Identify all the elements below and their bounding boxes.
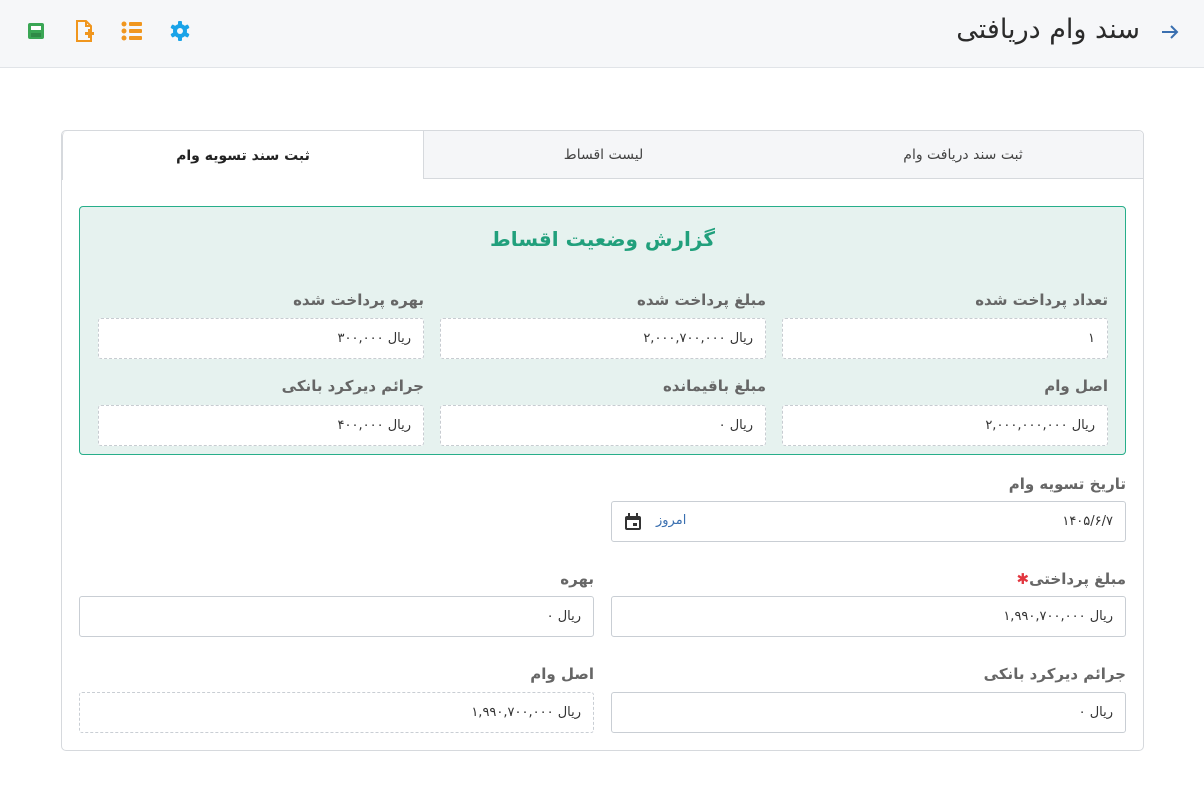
remaining-label: مبلغ باقیمانده [662,377,766,395]
interest-label: بهره [560,570,594,588]
page-title: سند وام دریافتی [956,14,1140,45]
arrow-right-icon[interactable] [1158,20,1182,44]
today-link[interactable]: امروز [656,513,686,528]
list-icon[interactable] [119,18,145,44]
paid-amount-value: ریال ۲,۰۰۰,۷۰۰,۰۰۰ [440,318,766,359]
principal-value: ریال ۲,۰۰۰,۰۰۰,۰۰۰ [782,405,1108,446]
tab-settlement[interactable]: ثبت سند تسویه وام [62,131,423,180]
principal-input-label: اصل وام [530,665,594,683]
penalty-input-label: جرائم دیرکرد بانکی [983,665,1126,683]
payment-input[interactable]: ریال ۱,۹۹۰,۷۰۰,۰۰۰ [611,596,1126,637]
loan-card: ثبت سند دریافت وام لیست اقساط ثبت سند تس… [61,130,1144,751]
tab-bar: ثبت سند دریافت وام لیست اقساط ثبت سند تس… [62,131,1143,180]
penalty-label: جرائم دیرکرد بانکی [281,377,424,395]
paid-count-value: ۱ [782,318,1108,359]
penalty-input[interactable]: ریال ۰ [611,692,1126,733]
penalty-value: ریال ۴۰۰,۰۰۰ [98,405,424,446]
settle-date-label: تاریخ تسویه وام [1008,475,1126,493]
calendar-icon[interactable] [622,511,644,533]
settings-icon[interactable] [167,18,193,44]
principal-label: اصل وام [1044,377,1108,395]
paid-amount-label: مبلغ پرداخت شده [637,291,766,309]
settle-date-value: ۱۴۰۵/۶/۷ [1062,514,1113,529]
principal-input: ریال ۱,۹۹۰,۷۰۰,۰۰۰ [79,692,594,733]
paid-count-label: تعداد پرداخت شده [975,291,1108,309]
payment-label: مبلغ پرداختی✱ [1013,570,1127,588]
installments-report: گزارش وضعیت اقساط تعداد پرداخت شده ۱ مبل… [79,206,1126,455]
save-icon[interactable] [23,18,49,44]
report-title: گزارش وضعیت اقساط [490,227,715,251]
paid-interest-value: ریال ۳۰۰,۰۰۰ [98,318,424,359]
paid-interest-label: بهره پرداخت شده [293,291,424,309]
remaining-value: ریال ۰ [440,405,766,446]
required-mark: ✱ [1016,570,1030,588]
interest-input[interactable]: ریال ۰ [79,596,594,637]
payment-label-text: مبلغ پرداختی [1029,570,1126,588]
new-document-icon[interactable] [71,18,97,44]
top-bar: سند وام دریافتی [0,0,1204,68]
tab-receive-loan[interactable]: ثبت سند دریافت وام [783,131,1143,179]
settle-date-input[interactable]: ۱۴۰۵/۶/۷ امروز [611,501,1126,542]
tab-installments[interactable]: لیست اقساط [423,131,783,179]
